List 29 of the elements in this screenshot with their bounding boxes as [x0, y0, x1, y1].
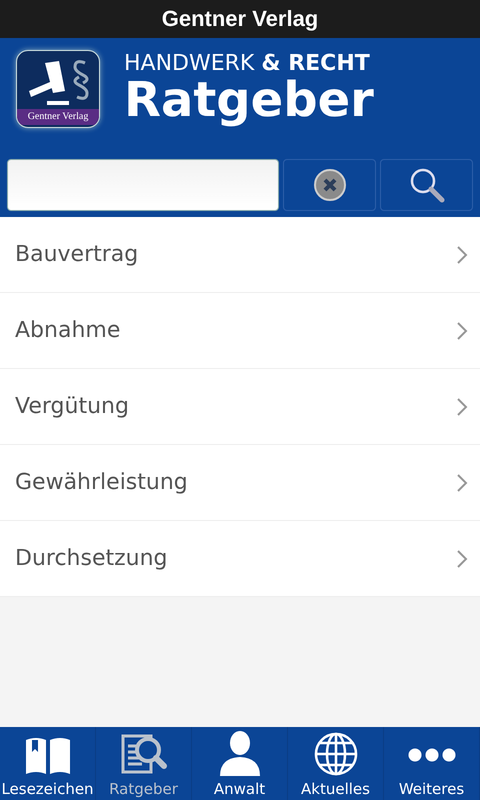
search-icon: [408, 167, 445, 203]
header-title: HANDWERK & RECHT: [124, 52, 371, 75]
tab[interactable]: Anwalt: [192, 727, 288, 800]
app-title: Gentner Verlag: [162, 6, 318, 32]
header-subtitle: Ratgeber: [124, 74, 374, 126]
document-search-icon: [120, 732, 168, 776]
search-button[interactable]: [380, 159, 474, 211]
tab[interactable]: Ratgeber: [96, 727, 192, 800]
chevron-icon: [456, 320, 468, 340]
tab[interactable]: Weiteres: [384, 727, 480, 800]
clear-icon: [314, 169, 346, 201]
list-item[interactable]: Abnahme: [0, 293, 480, 369]
list-item[interactable]: Bauvertrag: [0, 217, 480, 293]
app-logo: Gentner Verlag: [16, 50, 100, 128]
list-item[interactable]: Durchsetzung: [0, 521, 480, 597]
chevron-icon: [456, 472, 468, 492]
person-icon: [218, 730, 262, 776]
chevron-icon: [456, 244, 468, 264]
book-icon: [24, 736, 72, 776]
clear-button[interactable]: [283, 159, 376, 211]
chevron-icon: [456, 396, 468, 416]
more-icon: [408, 748, 456, 762]
list-item[interactable]: Vergütung: [0, 369, 480, 445]
tab[interactable]: Lesezeichen: [0, 727, 96, 800]
search-field[interactable]: [7, 159, 280, 211]
list-item[interactable]: Gewährleistung: [0, 445, 480, 521]
globe-icon: [314, 732, 358, 776]
chevron-icon: [456, 548, 468, 568]
tab[interactable]: Aktuelles: [288, 727, 384, 800]
